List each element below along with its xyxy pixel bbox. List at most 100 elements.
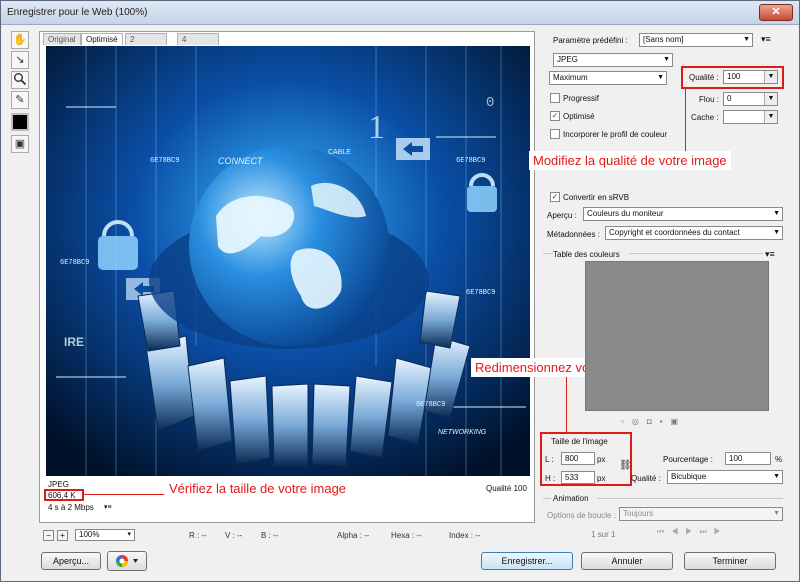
optimized-checkbox[interactable]: ✓ [550,111,560,121]
close-button[interactable]: ✕ [759,4,793,21]
chevron-down-icon: ▼ [657,74,664,81]
color-table-menu-icon[interactable]: ▾≡ [765,249,775,260]
network-globe-illustration: CONNECT CABLE NETWORKING 6E78BC9 6E78BC9… [46,46,530,476]
eyedropper-tool-icon[interactable]: ✎ [11,91,29,109]
readout-alpha: Alpha : -- [337,531,370,540]
optimization-panel: Paramètre prédéfini : [Sans nom] ▼ ▾≡ JPE… [539,27,797,555]
color-table[interactable] [585,261,769,411]
info-quality: Qualité 100 [486,484,527,493]
tab-2-up[interactable]: 2 vignettes [125,33,168,56]
loop-options-value: Toujours [623,509,654,518]
hand-tool-icon[interactable]: ✋ [11,31,29,49]
format-value: JPEG [557,55,578,64]
matte-select[interactable]: ▼ [723,110,778,124]
preview-mode-select[interactable]: Couleurs du moniteur ▼ [583,207,783,221]
chevron-down-icon[interactable]: ▼ [764,71,777,83]
preset-select[interactable]: [Sans nom] ▼ [639,33,753,47]
tab-4-up[interactable]: 4 vignettes [177,33,220,56]
resample-select[interactable]: Bicubique ▼ [667,470,783,484]
blur-label: Flou : [699,95,720,104]
chevron-down-icon: ▼ [773,229,780,236]
save-for-web-dialog: Enregistrer pour le Web (100%) ✕ ✋ ↘ ✎ ▣… [0,0,800,582]
zoom-tool-icon[interactable] [11,71,29,89]
networking-label: NETWORKING [438,429,487,436]
readout-b: B : -- [261,531,279,540]
width-label: L : [545,455,554,464]
zoom-level-select[interactable]: 100% ▾ [75,529,135,541]
speed-menu-icon[interactable]: ▾≡ [104,503,112,511]
color-table-header: Table des couleurs [553,250,620,259]
convert-srgb-label: Convertir en sRVB [563,193,630,202]
quality-value: 100 [727,72,741,81]
preview-mode-label: Aperçu : [547,211,577,220]
height-unit: px [597,474,606,483]
zoom-in-button[interactable]: + [57,530,68,541]
resample-label: Qualité : [631,474,661,483]
quality-input[interactable]: 100 ▼ [723,70,778,84]
optimize-menu-icon[interactable]: ▾≡ [761,34,771,45]
title-bar: Enregistrer pour le Web (100%) ✕ [1,1,799,25]
image-size-header: Taille de l'image [551,437,608,446]
hex-label-5: 6E78BC9 [416,401,445,409]
hex-label-2: 6E78BC9 [456,157,485,165]
tab-original[interactable]: Original [43,33,81,45]
compression-select[interactable]: Maximum ▼ [549,71,667,85]
percent-unit: % [775,455,783,464]
format-select[interactable]: JPEG ▼ [553,53,673,67]
divider [629,253,763,254]
readout-v: V : -- [225,531,243,540]
cable-label: CABLE [328,149,351,156]
zoom-out-button[interactable]: − [43,530,54,541]
readout-r: R : -- [189,531,207,540]
connect-label: CONNECT [218,156,264,166]
hex-label-4: 6E78BC9 [466,289,495,297]
browser-preview-button[interactable] [107,551,147,571]
quality-label: Qualité : [689,73,719,82]
size-callout-line [84,494,164,495]
embed-profile-checkbox[interactable] [550,129,560,139]
preset-value: [Sans nom] [643,35,684,44]
chevron-down-icon[interactable]: ▼ [764,111,777,123]
slice-select-tool-icon[interactable]: ↘ [11,51,29,69]
percent-input[interactable]: 100 [725,452,771,465]
chevron-down-icon: ▼ [663,56,670,63]
status-bar: − + 100% ▾ R : -- V : -- B : -- Alpha : -… [39,529,535,543]
tab-optimized[interactable]: Optimisé [81,33,123,45]
optimized-image-preview[interactable]: CONNECT CABLE NETWORKING 6E78BC9 6E78BC9… [46,46,530,476]
chevron-down-icon: ▾ [127,531,131,538]
optimized-label: Optimisé [563,112,595,121]
info-format: JPEG [48,480,69,489]
divider [543,498,551,499]
preview-button[interactable]: Aperçu... [41,552,101,570]
color-swatch-icon[interactable] [11,113,29,131]
chevron-down-icon[interactable]: ▼ [764,93,777,105]
divider [543,253,553,254]
tool-strip: ✋ ↘ ✎ ▣ [5,29,35,153]
link-chain-icon[interactable]: ⛓ [619,460,632,471]
convert-srgb-checkbox[interactable]: ✓ [550,192,560,202]
loop-options-select[interactable]: Toujours ▼ [619,507,783,521]
chevron-down-icon: ▼ [773,510,780,517]
progressive-checkbox[interactable] [550,93,560,103]
width-unit: px [597,455,606,464]
file-size-highlight [44,489,84,501]
width-input[interactable]: 800 [561,452,595,465]
toggle-slices-icon[interactable]: ▣ [11,135,29,153]
animation-controls-icon[interactable]: ⏮◀▶⏭▶ [657,527,781,539]
resample-value: Bicubique [671,472,707,481]
info-download-speed: 4 s à 2 Mbps [48,503,94,512]
readout-hexa: Hexa : -- [391,531,422,540]
preview-mode-value: Couleurs du moniteur [587,209,664,218]
blur-value: 0 [727,94,732,103]
color-table-tools-icon[interactable]: ▫◎◘▪▣ [621,417,741,427]
window-title: Enregistrer pour le Web (100%) [7,7,148,18]
blur-input[interactable]: 0 ▼ [723,92,778,106]
metadata-label: Métadonnées : [547,230,600,239]
zoom-level-value: 100% [79,530,100,539]
height-input[interactable]: 533 [561,471,595,484]
metadata-select[interactable]: Copyright et coordonnées du contact ▼ [605,226,783,240]
chevron-down-icon: ▼ [743,36,750,43]
hex-label-3: 6E78BC9 [60,259,89,267]
chevron-down-icon: ▼ [773,210,780,217]
hex-label-1: 6E78BC9 [150,157,179,165]
